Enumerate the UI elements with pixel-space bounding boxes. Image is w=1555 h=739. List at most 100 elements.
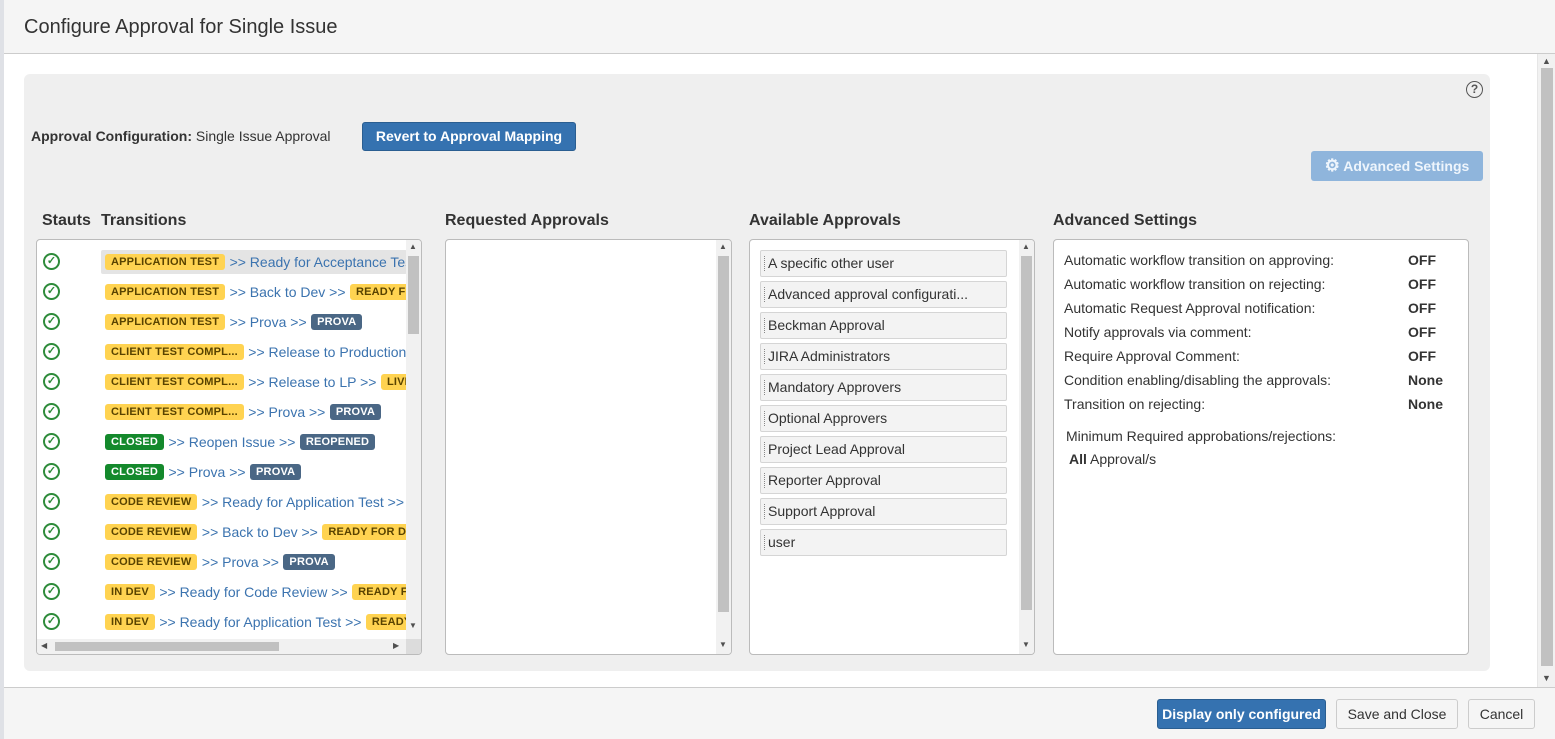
check-circle-icon: ✓ <box>43 433 60 450</box>
available-approval-item[interactable]: Advanced approval configurati... <box>760 281 1007 308</box>
scroll-left-arrow-icon[interactable]: ◀ <box>41 641 47 650</box>
transition-name[interactable]: >> Back to Dev >> <box>202 524 318 540</box>
transition-name[interactable]: >> Ready for Application Test >> <box>159 614 361 630</box>
transition-content[interactable]: CLOSED >> Reopen Issue >> REOPENED <box>101 430 407 454</box>
dialog-vertical-scrollbar[interactable]: ▲ ▼ <box>1537 54 1555 687</box>
advanced-setting-row: Automatic Request Approval notification:… <box>1064 298 1464 322</box>
display-only-configured-button[interactable]: Display only configured <box>1157 699 1326 729</box>
minimum-required-value: All Approval/s <box>1069 451 1156 467</box>
transition-row[interactable]: ✓ CLIENT TEST COMPL... >> Release to Prod… <box>37 337 407 367</box>
save-and-close-button[interactable]: Save and Close <box>1336 699 1458 729</box>
available-approval-item[interactable]: Mandatory Approvers <box>760 374 1007 401</box>
check-circle-icon: ✓ <box>43 343 60 360</box>
scroll-up-arrow-icon[interactable]: ▲ <box>409 242 417 251</box>
transition-name[interactable]: >> Back to Dev >> <box>230 284 346 300</box>
from-status-lozenge: CLOSED <box>105 464 165 480</box>
scroll-down-arrow-icon[interactable]: ▼ <box>409 621 417 630</box>
transition-row[interactable]: ✓ CODE REVIEW >> Prova >> PROVA <box>37 547 407 577</box>
transition-name[interactable]: >> Ready for Application Test >> <box>202 494 404 510</box>
requested-vertical-scrollbar[interactable]: ▲ ▼ <box>716 240 731 654</box>
transition-content[interactable]: APPLICATION TEST >> Back to Dev >> READY… <box>101 280 407 304</box>
dialog-body: ? Approval Configuration: Single Issue A… <box>4 54 1555 687</box>
transition-content[interactable]: CODE REVIEW >> Ready for Application Tes… <box>101 490 407 514</box>
check-circle-icon: ✓ <box>43 493 60 510</box>
minimum-value-bold: All <box>1069 451 1087 467</box>
to-status-lozenge: LIVE <box>380 374 407 390</box>
transition-name[interactable]: >> Ready for Code Review >> <box>159 584 347 600</box>
transition-name[interactable]: >> Prova >> <box>230 314 307 330</box>
transition-row[interactable]: ✓ CLIENT TEST COMPL... >> Prova >> PROVA <box>37 397 407 427</box>
scroll-down-arrow-icon[interactable]: ▼ <box>1542 673 1551 683</box>
transition-content[interactable]: CODE REVIEW >> Prova >> PROVA <box>101 550 407 574</box>
available-approval-item[interactable]: A specific other user <box>760 250 1007 277</box>
available-approval-item[interactable]: Project Lead Approval <box>760 436 1007 463</box>
transitions-list[interactable]: ✓ APPLICATION TEST >> Ready for Acceptanc… <box>36 239 422 655</box>
question-circle-icon[interactable]: ? <box>1466 81 1483 98</box>
transition-row[interactable]: ✓ APPLICATION TEST >> Prova >> PROVA <box>37 307 407 337</box>
scroll-up-arrow-icon[interactable]: ▲ <box>1022 242 1030 251</box>
scroll-thumb[interactable] <box>1021 256 1032 610</box>
transition-row[interactable]: ✓ CLOSED >> Prova >> PROVA <box>37 457 407 487</box>
setting-value: OFF <box>1408 276 1436 292</box>
transition-row[interactable]: ✓ CODE REVIEW >> Back to Dev >> READY FOR… <box>37 517 407 547</box>
transition-name[interactable]: >> Reopen Issue >> <box>169 434 296 450</box>
to-status-lozenge: PROVA <box>250 464 302 480</box>
transition-name[interactable]: >> Prova >> <box>169 464 246 480</box>
available-approval-item[interactable]: Support Approval <box>760 498 1007 525</box>
scroll-down-arrow-icon[interactable]: ▼ <box>1022 640 1030 649</box>
from-status-lozenge: CODE REVIEW <box>105 524 198 540</box>
transition-name[interactable]: >> Release to Production <box>248 344 406 360</box>
transitions-column-header: Transitions <box>101 212 187 229</box>
transition-content[interactable]: APPLICATION TEST >> Prova >> PROVA <box>101 310 407 334</box>
requested-approvals-list[interactable]: ▲ ▼ <box>445 239 732 655</box>
setting-label: Automatic Request Approval notification: <box>1064 300 1316 316</box>
scroll-thumb[interactable] <box>1541 68 1553 666</box>
check-circle-icon: ✓ <box>43 463 60 480</box>
available-approval-item[interactable]: Optional Approvers <box>760 405 1007 432</box>
transition-row[interactable]: ✓ IN DEV >> Ready for Application Test >>… <box>37 607 407 637</box>
horizontal-scroll-thumb[interactable] <box>55 642 279 651</box>
cancel-button[interactable]: Cancel <box>1468 699 1535 729</box>
transition-row[interactable]: ✓ APPLICATION TEST >> Back to Dev >> READ… <box>37 277 407 307</box>
available-vertical-scrollbar[interactable]: ▲ ▼ <box>1019 240 1034 654</box>
advanced-settings-box: Automatic workflow transition on approvi… <box>1053 239 1469 655</box>
scroll-thumb[interactable] <box>718 256 729 612</box>
from-status-lozenge: CLIENT TEST COMPL... <box>105 344 244 360</box>
available-approval-item[interactable]: Beckman Approval <box>760 312 1007 339</box>
available-approval-item[interactable]: JIRA Administrators <box>760 343 1007 370</box>
from-status-lozenge: CLIENT TEST COMPL... <box>105 374 244 390</box>
available-approval-item[interactable]: Reporter Approval <box>760 467 1007 494</box>
to-status-lozenge: PROVA <box>283 554 335 570</box>
transition-row[interactable]: ✓ APPLICATION TEST >> Ready for Acceptanc… <box>37 247 407 277</box>
advanced-setting-row: Transition on rejecting: None <box>1064 394 1464 418</box>
transition-name[interactable]: >> Prova >> <box>248 404 325 420</box>
revert-to-approval-mapping-button[interactable]: Revert to Approval Mapping <box>362 122 576 151</box>
available-approval-item[interactable]: user <box>760 529 1007 556</box>
scroll-up-arrow-icon[interactable]: ▲ <box>1542 56 1551 66</box>
scroll-down-arrow-icon[interactable]: ▼ <box>719 640 727 649</box>
transition-name[interactable]: >> Prova >> <box>202 554 279 570</box>
transitions-horizontal-scrollbar[interactable]: ◀ ▶ <box>37 639 407 654</box>
advanced-setting-row: Require Approval Comment: OFF <box>1064 346 1464 370</box>
available-approvals-list[interactable]: A specific other user Advanced approval c… <box>749 239 1035 655</box>
transition-row[interactable]: ✓ CODE REVIEW >> Ready for Application Te… <box>37 487 407 517</box>
transition-content[interactable]: IN DEV >> Ready for Application Test >> … <box>101 610 407 634</box>
transition-content[interactable]: IN DEV >> Ready for Code Review >> READY… <box>101 580 407 604</box>
scroll-up-arrow-icon[interactable]: ▲ <box>719 242 727 251</box>
transition-row[interactable]: ✓ CLOSED >> Reopen Issue >> REOPENED <box>37 427 407 457</box>
transition-content[interactable]: CODE REVIEW >> Back to Dev >> READY FOR … <box>101 520 407 544</box>
transition-content[interactable]: APPLICATION TEST >> Ready for Acceptance… <box>101 250 407 274</box>
advanced-settings-button[interactable]: ⚙ Advanced Settings <box>1311 151 1483 181</box>
scroll-right-arrow-icon[interactable]: ▶ <box>393 641 399 650</box>
transitions-vertical-scrollbar[interactable]: ▲ ▼ <box>406 240 421 654</box>
transition-row[interactable]: ✓ CLIENT TEST COMPL... >> Release to LP >… <box>37 367 407 397</box>
transition-content[interactable]: CLOSED >> Prova >> PROVA <box>101 460 407 484</box>
transition-content[interactable]: CLIENT TEST COMPL... >> Release to Produ… <box>101 340 407 364</box>
scroll-thumb[interactable] <box>408 256 419 334</box>
transition-name[interactable]: >> Ready for Acceptance Test <box>230 254 407 270</box>
transition-content[interactable]: CLIENT TEST COMPL... >> Prova >> PROVA <box>101 400 407 424</box>
approval-configuration-value: Single Issue Approval <box>195 128 331 144</box>
transition-name[interactable]: >> Release to LP >> <box>248 374 376 390</box>
transition-content[interactable]: CLIENT TEST COMPL... >> Release to LP >>… <box>101 370 407 394</box>
transition-row[interactable]: ✓ IN DEV >> Ready for Code Review >> READ… <box>37 577 407 607</box>
